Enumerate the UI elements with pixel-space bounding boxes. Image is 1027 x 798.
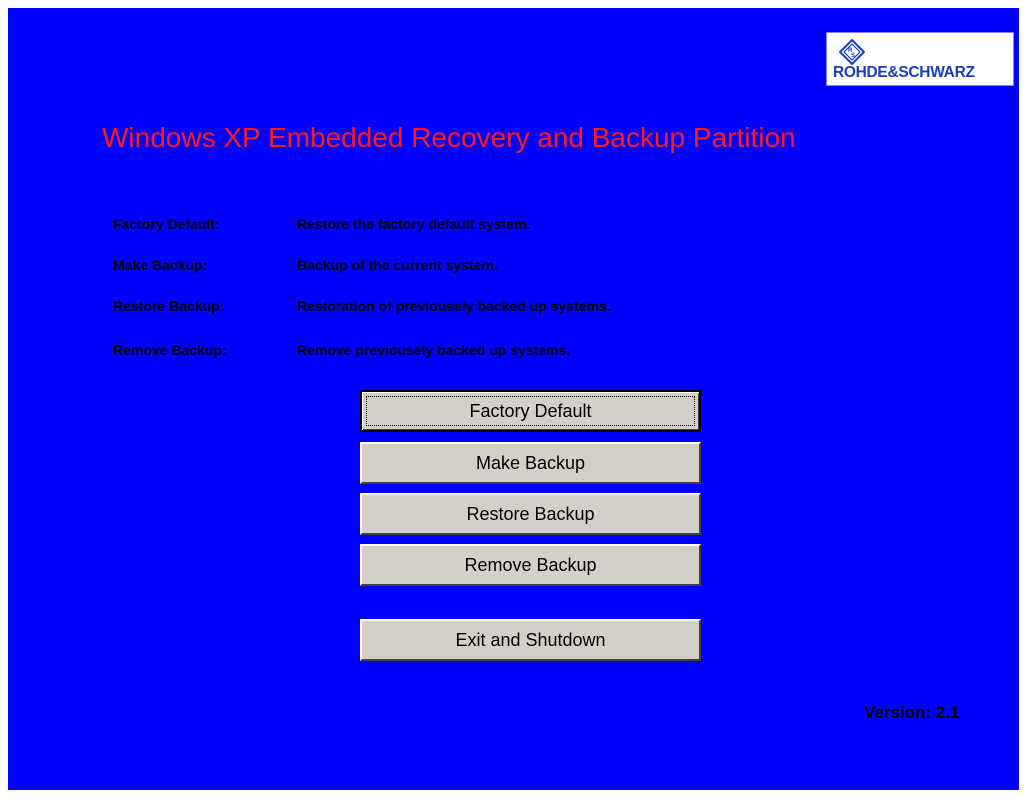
description-label: Restore Backup: [113, 298, 225, 314]
restore-backup-button[interactable]: Restore Backup [360, 493, 701, 535]
description-label: Make Backup: [113, 257, 208, 273]
make-backup-button[interactable]: Make Backup [360, 442, 701, 484]
description-text: Remove previousely backed up systems. [297, 342, 571, 358]
rohde-schwarz-logo-icon: R S [839, 39, 865, 65]
make-backup-label: Make Backup [475, 452, 586, 473]
version-label: Version: 2.1 [864, 703, 960, 722]
factory-default-label: Factory Default [469, 400, 592, 421]
description-label: Remove Backup: [113, 342, 227, 358]
recovery-screen: R S ROHDE&SCHWARZ Windows XP Embedded Re… [8, 8, 1019, 790]
restore-backup-label: Restore Backup [466, 503, 595, 524]
description-text: Restore the factory default system. [297, 216, 531, 232]
svg-text:S: S [851, 53, 855, 59]
exit-and-shutdown-button[interactable]: Exit and Shutdown [360, 619, 701, 661]
description-text: Backup of the current system. [297, 257, 498, 273]
description-label: Factory Default: [113, 216, 220, 232]
description-text: Restoration of previousely backed up sys… [297, 298, 611, 314]
brand-logo: R S ROHDE&SCHWARZ [826, 32, 1014, 86]
brand-name: ROHDE&SCHWARZ [833, 64, 975, 81]
factory-default-button[interactable]: Factory Default [360, 390, 701, 432]
exit-and-shutdown-label: Exit and Shutdown [455, 629, 606, 650]
remove-backup-label: Remove Backup [464, 554, 597, 575]
remove-backup-button[interactable]: Remove Backup [360, 544, 701, 586]
page-title: Windows XP Embedded Recovery and Backup … [102, 122, 796, 153]
